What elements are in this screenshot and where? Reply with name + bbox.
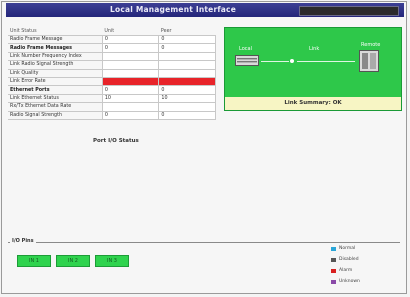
link-summary-bar: Link Summary: OK xyxy=(225,97,401,110)
table-row: Radio Signal Strength 0 0 xyxy=(8,110,216,120)
row-label: Radio Frame Message xyxy=(8,34,103,45)
title-bar: Local Management Interface xyxy=(6,3,404,17)
row-value-unit xyxy=(101,68,160,78)
row-label: Link Radio Signal Strength xyxy=(8,60,103,70)
row-label: Rx/Tx Ethernet Data Rate xyxy=(8,102,103,112)
table-row: Ethernet Ports 0 0 xyxy=(8,85,216,95)
window-title: Local Management Interface xyxy=(110,5,236,14)
row-value-unit xyxy=(101,76,160,87)
io-button-2[interactable]: IN 2 xyxy=(56,255,90,267)
legend-alarm-swatch xyxy=(331,269,336,273)
table-row: Link Number Frequency Index xyxy=(8,51,216,62)
row-label: Radio Signal Strength xyxy=(8,110,103,120)
row-value-peer xyxy=(158,76,216,87)
link-diagram[interactable]: Local Link Remote Link Summary: OK xyxy=(224,27,402,111)
row-value-peer: 0 xyxy=(158,43,216,53)
row-value-unit: 10 xyxy=(101,93,160,104)
table-row: Radio Frame Message 0 0 xyxy=(8,34,216,45)
local-device-icon[interactable] xyxy=(235,55,259,67)
row-value-peer: 10 xyxy=(158,93,216,104)
row-value-peer xyxy=(158,102,216,112)
io-button-3[interactable]: IN 3 xyxy=(95,255,129,267)
table-row: Link Ethernet Status 10 10 xyxy=(8,93,216,104)
link-line-left xyxy=(261,61,289,62)
table-header-unit: Unit xyxy=(104,29,115,34)
row-label: Link Ethernet Status xyxy=(8,93,103,104)
link-summary-text: Link Summary: OK xyxy=(284,100,342,106)
row-label: Link Number Frequency Index xyxy=(8,51,103,62)
bottom-divider xyxy=(8,242,400,243)
row-value-peer xyxy=(158,51,216,62)
table-header-row: Unit Status Unit Peer xyxy=(8,28,216,36)
legend-disabled-swatch xyxy=(331,258,336,262)
link-center-label: Link xyxy=(309,46,320,52)
row-value-peer xyxy=(158,60,216,70)
row-label: Link Error Rate xyxy=(8,76,103,87)
row-value-unit: 0 xyxy=(101,110,160,120)
table-header-label: Unit Status xyxy=(10,29,37,34)
row-value-unit xyxy=(101,51,160,62)
row-label: Radio Frame Messages xyxy=(8,43,103,53)
table-row: Link Quality xyxy=(8,68,216,78)
link-node-icon xyxy=(290,59,294,63)
io-button-1[interactable]: IN 1 xyxy=(17,255,51,267)
row-value-unit: 0 xyxy=(101,34,160,45)
legend-normal-swatch xyxy=(331,247,336,251)
table-row: Link Radio Signal Strength xyxy=(8,60,216,70)
legend-normal-label: Normal xyxy=(339,246,356,251)
row-label: Link Quality xyxy=(8,68,103,78)
title-badge xyxy=(299,6,399,16)
legend-alarm-label: Alarm xyxy=(339,268,353,273)
remote-device-icon[interactable] xyxy=(359,50,379,72)
link-line-right xyxy=(297,61,355,62)
row-value-peer: 0 xyxy=(158,110,216,120)
row-value-unit xyxy=(101,60,160,70)
bottom-section-label: I/O Pins xyxy=(10,238,36,244)
remote-device-label: Remote xyxy=(361,42,381,48)
table-row: Radio Frame Messages 0 0 xyxy=(8,43,216,53)
row-value-peer: 0 xyxy=(158,34,216,45)
table-row: Rx/Tx Ethernet Data Rate xyxy=(8,102,216,112)
row-value-peer: 0 xyxy=(158,85,216,95)
row-value-unit xyxy=(101,102,160,112)
port-section-title: Port I/O Status xyxy=(93,138,139,144)
local-device-label: Local xyxy=(239,46,252,52)
legend-unknown-swatch xyxy=(331,280,336,284)
row-value-peer xyxy=(158,68,216,78)
legend-unknown-label: Unknown xyxy=(339,279,360,284)
row-value-unit: 0 xyxy=(101,85,160,95)
legend-disabled-label: Disabled xyxy=(339,257,359,262)
row-value-unit: 0 xyxy=(101,43,160,53)
row-label: Ethernet Ports xyxy=(8,85,103,95)
status-table: Unit Status Unit Peer Radio Frame Messag… xyxy=(8,28,216,120)
table-header-peer: Peer xyxy=(160,29,172,34)
table-row: Link Error Rate xyxy=(8,76,216,87)
